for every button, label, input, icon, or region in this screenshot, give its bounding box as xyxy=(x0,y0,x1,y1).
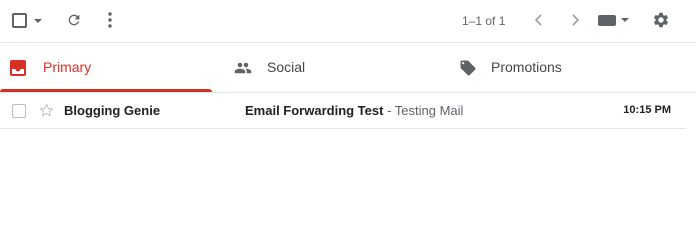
tab-primary-label: Primary xyxy=(43,59,92,75)
select-all-checkbox[interactable] xyxy=(12,13,27,28)
email-sender: Blogging Genie xyxy=(64,103,161,118)
gear-icon[interactable] xyxy=(652,11,670,29)
chevron-left-icon[interactable] xyxy=(532,12,546,28)
subject-separator: - xyxy=(383,103,395,118)
chevron-right-icon[interactable] xyxy=(568,12,582,28)
pagination-text: 1–1 of 1 xyxy=(462,14,506,28)
refresh-icon[interactable] xyxy=(66,12,82,28)
inbox-icon xyxy=(10,60,26,76)
row-checkbox[interactable] xyxy=(12,104,26,118)
more-vert-icon[interactable] xyxy=(108,12,112,28)
people-icon xyxy=(234,62,252,74)
tab-promotions-label: Promotions xyxy=(491,59,562,75)
email-time: 10:15 PM xyxy=(623,104,671,116)
toolbar: 1–1 of 1 xyxy=(0,0,696,42)
tab-promotions[interactable]: Promotions xyxy=(448,43,672,93)
star-outline-icon[interactable] xyxy=(38,102,55,119)
tab-social[interactable]: Social xyxy=(224,43,448,93)
tab-social-label: Social xyxy=(267,59,306,75)
email-subject-line: Email Forwarding Test - Testing Mail xyxy=(245,103,463,118)
email-snippet: Testing Mail xyxy=(394,103,464,118)
tab-primary[interactable]: Primary xyxy=(0,43,212,93)
keyboard-icon[interactable] xyxy=(598,15,616,26)
email-subject: Email Forwarding Test xyxy=(245,103,384,118)
email-row[interactable]: Blogging Genie Email Forwarding Test - T… xyxy=(0,93,686,128)
caret-down-icon[interactable] xyxy=(34,19,42,23)
tag-icon xyxy=(460,60,476,76)
row-divider xyxy=(0,128,686,129)
caret-down-icon[interactable] xyxy=(621,18,629,22)
